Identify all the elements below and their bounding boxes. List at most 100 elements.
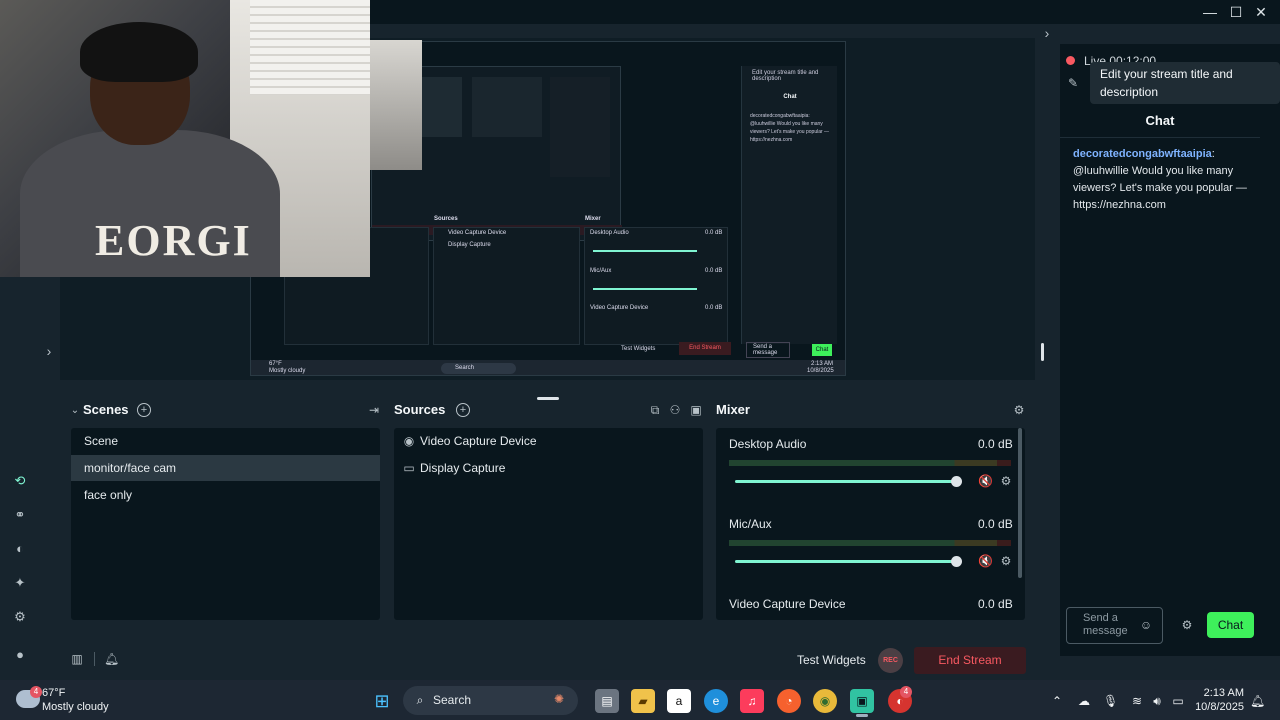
- preview-volume-slider: [593, 250, 697, 252]
- volume-slider-knob[interactable]: [951, 476, 962, 487]
- layout-editor-icon[interactable]: ⚭: [11, 506, 29, 524]
- studio-mode-icon[interactable]: ⟲: [11, 472, 29, 490]
- edge-browser-icon[interactable]: e: [704, 689, 728, 713]
- panel-resize-handle[interactable]: [537, 397, 559, 400]
- scenes-title: Scenes: [83, 402, 129, 417]
- tray-expand-icon[interactable]: ⌃: [1050, 694, 1064, 708]
- file-explorer-icon[interactable]: ▰: [631, 689, 655, 713]
- highlighter-icon[interactable]: ✦: [11, 574, 29, 592]
- streamlabs-window: — ☐ ✕ › › Edit your stream title and des…: [0, 0, 1280, 680]
- preview-sources-title: Sources: [434, 216, 458, 222]
- end-stream-button[interactable]: End Stream: [914, 647, 1026, 674]
- preview-mixer-db: 0.0 dB: [705, 230, 723, 236]
- volume-slider[interactable]: [735, 560, 957, 563]
- onedrive-cloud-icon[interactable]: ☁: [1077, 694, 1091, 708]
- preview-mixer-channel: Desktop Audio: [590, 230, 629, 236]
- windows-start-icon[interactable]: ⊞: [370, 689, 394, 713]
- scene-item-label: Scene: [84, 434, 119, 448]
- taskbar-search-box[interactable]: ⌕ Search ✺: [403, 686, 578, 715]
- crunchyroll-icon[interactable]: ◔: [777, 689, 801, 713]
- preview-source-item: Video Capture Device: [448, 230, 507, 236]
- preview-end-stream: End Stream: [679, 342, 731, 355]
- maximize-icon[interactable]: ☐: [1225, 3, 1247, 21]
- mute-speaker-icon[interactable]: 🔇: [978, 554, 993, 568]
- streamlabs-taskbar-icon[interactable]: ▣: [850, 689, 874, 713]
- scenes-list: Scene monitor/face cam face only: [71, 428, 380, 620]
- mixer-channel-db: 0.0 dB: [978, 597, 1013, 611]
- preview-search-box: Search: [441, 363, 516, 374]
- volume-slider-knob[interactable]: [951, 556, 962, 567]
- source-item-label: Display Capture: [420, 461, 506, 475]
- mixer-channel-db: 0.0 dB: [978, 437, 1013, 451]
- notification-center-icon[interactable]: 🔔︎: [1250, 694, 1265, 708]
- preview-mixer-panel: Mixer Desktop Audio 0.0 dB Mic/Aux 0.0 d…: [584, 216, 728, 345]
- live-indicator-icon: [1066, 56, 1075, 65]
- app-notification-badge: 4: [900, 686, 912, 698]
- task-view-icon[interactable]: ▤: [595, 689, 619, 713]
- microphone-icon[interactable]: 🎙︎: [1103, 694, 1118, 708]
- preview-chat-message: decoratedcongabwftaaipia: @luuhwillie Wo…: [750, 113, 830, 143]
- sources-list: ◉ Video Capture Device ▭ Display Capture: [394, 428, 703, 620]
- preview-search-label: Search: [455, 365, 475, 371]
- source-item-display-capture[interactable]: ▭ Display Capture: [394, 455, 703, 481]
- chat-settings-gear-icon[interactable]: ⚙: [1180, 618, 1194, 632]
- mixer-channel-name: Mic/Aux: [729, 517, 772, 531]
- amazon-icon[interactable]: a: [667, 689, 691, 713]
- chat-message-input[interactable]: Send a message ☺: [1066, 607, 1163, 644]
- mixer-scrollbar[interactable]: [1018, 428, 1022, 578]
- audio-level-meter: [729, 460, 1011, 466]
- source-group-icon[interactable]: ⚇: [668, 403, 682, 417]
- scene-item-active[interactable]: monitor/face cam: [71, 455, 380, 481]
- scene-transitions-icon[interactable]: ⇥: [367, 403, 381, 417]
- chat-input-placeholder: Send a message: [1083, 612, 1128, 637]
- mute-speaker-icon[interactable]: 🔇: [978, 474, 993, 488]
- themes-icon[interactable]: ◐: [11, 540, 29, 558]
- wifi-icon[interactable]: ≋: [1130, 694, 1144, 708]
- preview-chat-title: Chat: [783, 94, 797, 100]
- minimize-icon[interactable]: —: [1199, 3, 1221, 21]
- preview-taskbar: 67°F Mostly cloudy Search 2:13 AM 10/8/2…: [251, 360, 845, 375]
- source-item-video-capture[interactable]: ◉ Video Capture Device: [394, 428, 703, 454]
- clock-date[interactable]: 10/8/2025: [1190, 701, 1244, 713]
- expand-left-icon[interactable]: ›: [42, 344, 56, 358]
- emoji-icon[interactable]: ☺: [1139, 618, 1153, 632]
- preview-send-placeholder: Send a message: [753, 344, 778, 356]
- resize-handle[interactable]: [1041, 343, 1044, 361]
- scene-item[interactable]: Scene: [71, 428, 380, 454]
- sources-title: Sources: [394, 402, 446, 417]
- selective-recording-icon[interactable]: ⧉: [648, 403, 662, 417]
- channel-settings-gear-icon[interactable]: ⚙: [999, 554, 1013, 568]
- performance-stats-icon[interactable]: ▥: [70, 652, 84, 666]
- webcam-icon: ◉: [403, 434, 415, 448]
- volume-slider[interactable]: [735, 480, 957, 483]
- battery-icon[interactable]: ▭: [1171, 694, 1185, 708]
- edit-pencil-icon[interactable]: ✎: [1066, 76, 1080, 90]
- mixer-channel-db: 0.0 dB: [978, 517, 1013, 531]
- test-widgets-button[interactable]: Test Widgets: [797, 653, 866, 667]
- preview-time: 2:13 AM: [811, 361, 834, 367]
- chevron-right-icon[interactable]: ›: [1040, 26, 1054, 40]
- add-source-icon[interactable]: +: [456, 403, 470, 417]
- add-scene-icon[interactable]: +: [137, 403, 151, 417]
- webcam-feed: EORGI: [0, 0, 370, 277]
- channel-settings-gear-icon[interactable]: ⚙: [999, 474, 1013, 488]
- add-folder-icon[interactable]: ▣: [689, 403, 703, 417]
- scene-item[interactable]: face only: [71, 482, 380, 508]
- chat-send-button[interactable]: Chat: [1207, 612, 1254, 638]
- close-icon[interactable]: ✕: [1250, 3, 1272, 21]
- notifications-bell-icon[interactable]: 🔔︎: [104, 652, 119, 666]
- webcam-shirt-text: EORGI: [95, 216, 252, 265]
- settings-gear-icon[interactable]: ⚙: [11, 608, 29, 626]
- profile-user-icon[interactable]: ●: [11, 646, 29, 664]
- chat-message-user[interactable]: decoratedcongabwftaaipia: [1073, 148, 1212, 160]
- record-button[interactable]: REC: [878, 648, 903, 673]
- search-highlight-octopus-icon: ✺: [553, 692, 565, 706]
- chat-message: decoratedcongabwftaaipia: @luuhwillie Wo…: [1073, 146, 1253, 214]
- clock-time[interactable]: 2:13 AM: [1196, 687, 1244, 699]
- mixer-settings-gear-icon[interactable]: ⚙: [1012, 403, 1026, 417]
- collapse-chevron-icon[interactable]: ⌄: [68, 404, 82, 418]
- volume-speaker-icon[interactable]: 🔊︎: [1150, 694, 1164, 708]
- music-app-icon[interactable]: ♫: [740, 689, 764, 713]
- chrome-browser-icon[interactable]: ◉: [813, 689, 837, 713]
- preview-mixer-title: Mixer: [585, 216, 601, 222]
